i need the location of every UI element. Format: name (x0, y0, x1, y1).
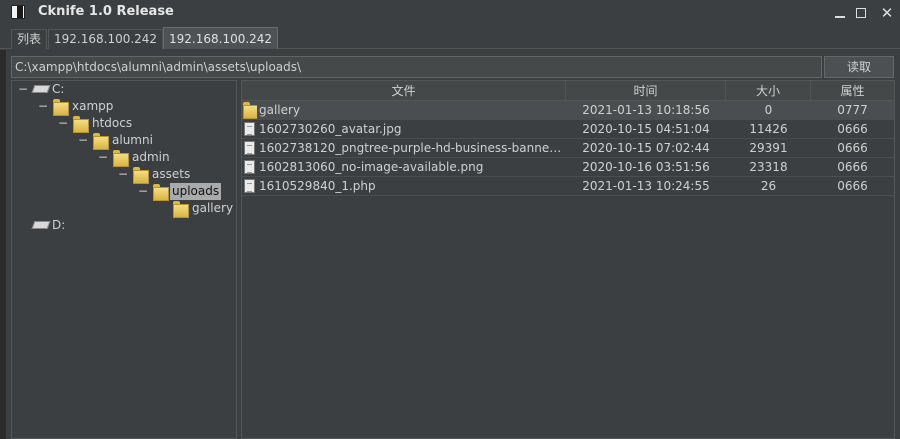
folder-icon (93, 133, 109, 150)
tree-label: alumni (112, 133, 153, 147)
collapse-icon[interactable]: − (138, 183, 148, 200)
file-attr: 0666 (837, 160, 868, 174)
file-size: 29391 (749, 141, 788, 155)
table-row[interactable]: 1610529840_1.php 2021-01-13 10:24:55 26 … (242, 177, 894, 196)
close-button[interactable]: ✕ (877, 3, 897, 23)
file-name: 1602730260_avatar.jpg (259, 122, 402, 136)
minimize-button[interactable] (830, 3, 850, 23)
title-bar: Cknife 1.0 Release ✕ (0, 0, 900, 26)
collapse-icon[interactable]: − (98, 149, 108, 166)
folder-icon (153, 184, 169, 201)
folder-icon (173, 201, 189, 218)
column-header-size[interactable]: 大小 (726, 81, 811, 101)
file-time: 2021-01-13 10:24:55 (582, 179, 710, 193)
file-attr: 0666 (837, 141, 868, 155)
file-size: 0 (764, 103, 773, 117)
folder-icon (113, 150, 129, 167)
file-size: 11426 (749, 122, 788, 136)
left-edge (0, 50, 6, 439)
folder-icon (53, 99, 69, 116)
tab-host-1[interactable]: 192.168.100.242 (48, 29, 164, 49)
drive-icon (33, 85, 47, 93)
minimize-icon (835, 16, 845, 18)
folder-icon (133, 167, 149, 184)
file-icon (244, 122, 255, 136)
table-row[interactable]: 1602738120_pngtree-purple-hd-business-ba… (242, 139, 894, 158)
tree-label-selected: uploads (170, 183, 222, 200)
column-header-time[interactable]: 时间 (566, 81, 726, 101)
maximize-icon (856, 8, 866, 18)
table-row[interactable]: 1602730260_avatar.jpg 2020-10-15 04:51:0… (242, 120, 894, 139)
collapse-icon[interactable]: − (118, 166, 128, 183)
file-attr: 0666 (837, 179, 868, 193)
tree-label: assets (152, 167, 191, 181)
file-time: 2020-10-15 07:02:44 (582, 141, 710, 155)
app-icon (11, 5, 25, 19)
tree-label: D: (52, 218, 66, 232)
folder-icon (73, 116, 89, 133)
collapse-icon[interactable]: − (58, 115, 68, 132)
file-time: 2020-10-15 04:51:04 (582, 122, 710, 136)
file-size: 23318 (749, 160, 788, 174)
column-header-name[interactable]: 文件 (242, 81, 566, 101)
tab-list[interactable]: 列表 (11, 29, 48, 49)
file-name: 1602813060_no-image-available.png (259, 160, 484, 174)
directory-tree: − C: − xampp − htdocs − alumni − admin −… (11, 80, 237, 439)
column-header-attr[interactable]: 属性 (811, 81, 894, 101)
file-size: 26 (760, 179, 777, 193)
tab-strip: 列表 192.168.100.242 192.168.100.242 (0, 27, 900, 49)
table-row[interactable]: gallery 2021-01-13 10:18:56 0 0777 (242, 101, 894, 120)
folder-icon (243, 102, 257, 119)
file-icon (244, 141, 255, 155)
read-button[interactable]: 读取 (824, 56, 894, 78)
tree-label: C: (52, 82, 65, 96)
window-title: Cknife 1.0 Release (38, 4, 174, 19)
file-name: 1602738120_pngtree-purple-hd-business-ba… (259, 141, 562, 155)
file-icon (244, 179, 255, 193)
tab-host-2[interactable]: 192.168.100.242 (163, 27, 279, 49)
collapse-icon[interactable]: − (18, 81, 28, 98)
table-row[interactable]: 1602813060_no-image-available.png 2020-1… (242, 158, 894, 177)
tree-label: gallery (192, 201, 234, 215)
tree-label: xampp (72, 99, 114, 113)
drive-icon (33, 221, 47, 229)
maximize-button[interactable] (851, 3, 871, 23)
collapse-icon[interactable]: − (38, 98, 48, 115)
tree-label: admin (132, 150, 170, 164)
table-header: 文件 时间 大小 属性 (242, 81, 894, 101)
file-time: 2020-10-16 03:51:56 (582, 160, 710, 174)
file-icon (244, 160, 255, 174)
tree-label: htdocs (92, 116, 133, 130)
file-attr: 0666 (837, 122, 868, 136)
file-list: 文件 时间 大小 属性 gallery 2021-01-13 10:18:56 … (241, 80, 895, 439)
path-input[interactable]: C:\xampp\htdocs\alumni\admin\assets\uplo… (11, 56, 822, 78)
file-name: 1610529840_1.php (259, 179, 376, 193)
file-attr: 0777 (837, 103, 868, 117)
collapse-icon[interactable]: − (78, 132, 88, 149)
file-time: 2021-01-13 10:18:56 (582, 103, 710, 117)
file-name: gallery (259, 103, 301, 117)
